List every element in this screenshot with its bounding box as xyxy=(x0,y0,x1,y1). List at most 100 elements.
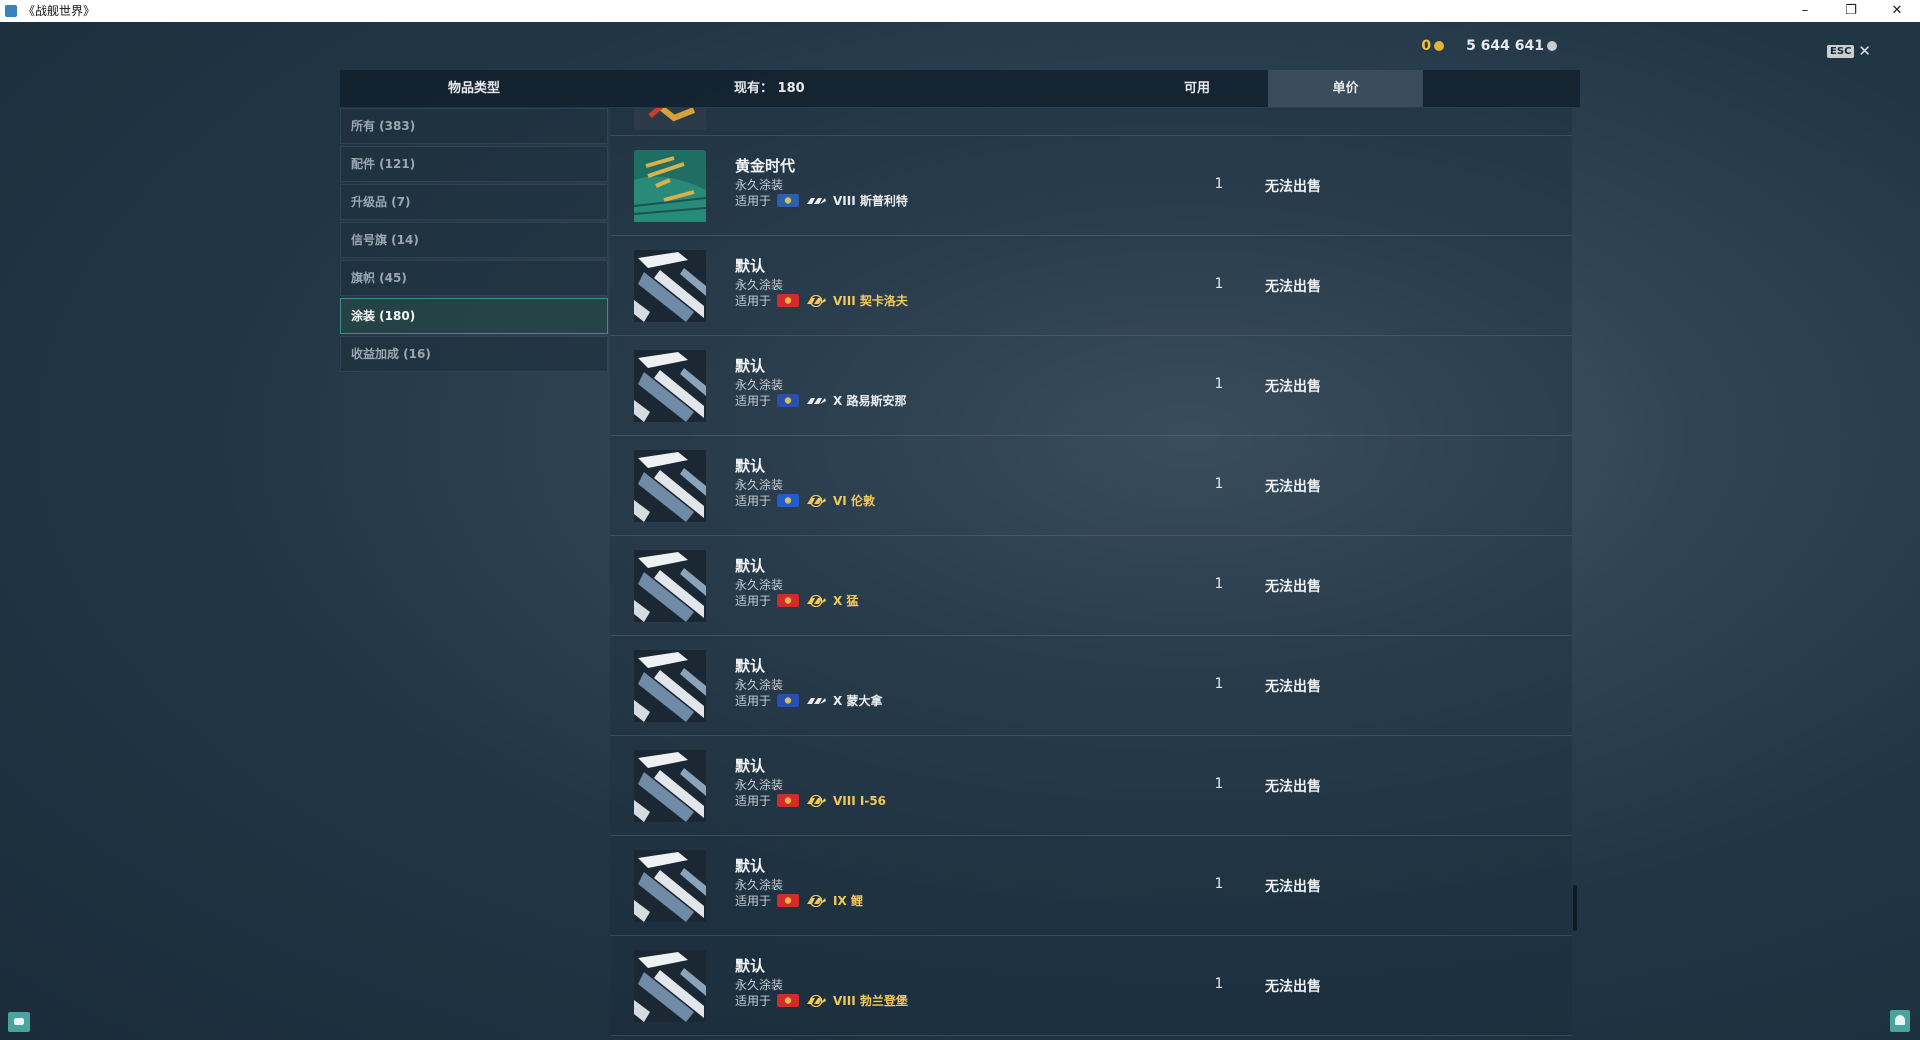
close-window-button[interactable]: ✕ xyxy=(1874,0,1920,22)
applies-label: 适用于 xyxy=(735,794,772,808)
column-header-available[interactable]: 可用 xyxy=(1172,70,1222,107)
ship-name: VIII I-56 xyxy=(833,793,887,808)
camouflage-list-item[interactable]: 默认 永久涂装 适用于 VIII I-56 1 无法出售 xyxy=(610,736,1572,836)
camouflage-type: 永久涂装 xyxy=(735,678,784,692)
default-camo-icon xyxy=(634,850,706,922)
default-camo-icon xyxy=(634,550,706,622)
close-icon: ✕ xyxy=(1858,42,1871,60)
owned-count: 现有： 180 xyxy=(734,81,805,96)
camouflage-list-item[interactable]: 默认永久涂装 适用于 X 蒙大拿 1 无法出售 xyxy=(610,636,1572,736)
sidebar-item-3[interactable]: 信号旗 (14) xyxy=(340,222,608,258)
item-list: 黄金时代 永久涂装 适用于 VIII 斯普利特 1 无法出售 默认 永久涂装 适用于 VIII 契… xyxy=(610,108,1572,1040)
applies-to: 适用于 VI 伦敦 xyxy=(735,492,875,509)
camouflage-type: 永久涂装 xyxy=(735,278,784,292)
applies-label: 适用于 xyxy=(735,194,772,208)
ship-name: VI 伦敦 xyxy=(833,494,875,508)
credits-coin-icon xyxy=(1547,41,1557,51)
list-item-partial xyxy=(610,108,1572,136)
column-header-unit-price[interactable]: 单价 xyxy=(1268,70,1423,107)
sidebar-item-5[interactable]: 涂装 (180) xyxy=(340,298,608,334)
camouflage-type: 永久涂装 xyxy=(735,778,784,792)
unit-price: 无法出售 xyxy=(1265,679,1321,695)
camouflage-list-item[interactable]: 黄金时代 永久涂装 适用于 VIII 斯普利特 1 无法出售 xyxy=(610,136,1572,236)
default-camo-icon xyxy=(634,450,706,522)
camouflage-list-item[interactable]: 默认 永久涂装 适用于 X 猛 1 无法出售 xyxy=(610,536,1572,636)
applies-label: 适用于 xyxy=(735,394,772,408)
gold-balance: 0 xyxy=(1421,38,1445,54)
battleship-icon xyxy=(807,397,827,404)
available-count: 1 xyxy=(1214,976,1224,992)
applies-label: 适用于 xyxy=(735,294,772,308)
camouflage-type: 永久涂装 xyxy=(735,878,784,892)
applies-to: 适用于 VIII 勃兰登堡 xyxy=(735,992,908,1009)
ship-name: X 猛 xyxy=(833,594,859,608)
chat-button[interactable] xyxy=(8,1012,30,1032)
camouflage-name: 默认 xyxy=(735,457,766,475)
sidebar-item-2[interactable]: 升级品 (7) xyxy=(340,184,608,220)
flag-red-icon xyxy=(777,794,800,807)
camouflage-list-item[interactable]: 默认 永久涂装 适用于 VI 伦敦 1 无法出售 xyxy=(610,436,1572,536)
unit-price: 无法出售 xyxy=(1265,279,1321,295)
battleship-icon xyxy=(807,697,827,704)
available-count: 1 xyxy=(1214,676,1224,692)
applies-label: 适用于 xyxy=(735,494,772,508)
unit-price: 无法出售 xyxy=(1265,979,1321,995)
ship-name: VIII 勃兰登堡 xyxy=(833,994,908,1008)
applies-to: 适用于 X 猛 xyxy=(735,592,858,609)
unit-price: 无法出售 xyxy=(1265,479,1321,495)
camouflage-type: 永久涂装 xyxy=(735,178,784,192)
camouflage-name: 默认 xyxy=(735,357,766,375)
golden-age-camo-icon xyxy=(634,150,706,222)
flag-red-icon xyxy=(777,994,800,1007)
applies-to: 适用于 VIII 斯普利特 xyxy=(735,192,908,209)
available-count: 1 xyxy=(1214,176,1224,192)
window-controls: – ❐ ✕ xyxy=(1782,0,1920,22)
sidebar-item-6[interactable]: 收益加成 (16) xyxy=(340,336,608,372)
minimize-button[interactable]: – xyxy=(1782,0,1828,22)
sidebar-item-0[interactable]: 所有 (383) xyxy=(340,108,608,144)
available-count: 1 xyxy=(1214,376,1224,392)
ship-name: IX 鲤 xyxy=(833,894,863,908)
sidebar-item-1[interactable]: 配件 (121) xyxy=(340,146,608,182)
ship-name: VIII 斯普利特 xyxy=(833,194,908,208)
camouflage-list-item[interactable]: 默认 永久涂装 适用于 X 路易斯安那 1 无法出售 xyxy=(610,336,1572,436)
premium-battleship-icon xyxy=(807,994,827,1007)
app-logo-icon xyxy=(5,5,17,17)
camouflage-type: 永久涂装 xyxy=(735,578,784,592)
ship-name: X 路易斯安那 xyxy=(833,394,907,408)
flag-red-icon xyxy=(777,894,800,907)
flag-soviet-icon xyxy=(777,294,800,307)
applies-to: 适用于 VIII I-56 xyxy=(735,792,886,809)
available-count: 1 xyxy=(1214,576,1224,592)
camouflage-name: 黄金时代 xyxy=(735,157,796,175)
sidebar-item-4[interactable]: 旗帜 (45) xyxy=(340,260,608,296)
restore-button[interactable]: ❐ xyxy=(1828,0,1874,22)
camouflage-name: 默认 xyxy=(735,757,766,775)
camouflage-thumbnail-icon xyxy=(634,108,706,130)
default-camo-icon xyxy=(634,950,706,1022)
camouflage-list-item[interactable]: 默认 永久涂装 适用于 IX 鲤 1 无法出售 xyxy=(610,836,1572,936)
flag-france-icon xyxy=(777,394,800,407)
window-titlebar: 《战舰世界》 – ❐ ✕ xyxy=(0,0,1920,22)
flag-red-icon xyxy=(777,594,800,607)
camouflage-list-item[interactable]: 默认 永久涂装 适用于 VIII 勃兰登堡 1 无法出售 xyxy=(610,936,1572,1036)
flag-commonwealth-icon xyxy=(777,494,800,507)
notifications-button[interactable] xyxy=(1890,1010,1910,1032)
destroyer-icon xyxy=(807,197,827,204)
camouflage-list-item[interactable]: 默认 永久涂装 适用于 VIII 契卡洛夫 1 无法出售 xyxy=(610,236,1572,336)
applies-label: 适用于 xyxy=(735,694,772,708)
available-count: 1 xyxy=(1214,776,1224,792)
applies-to: 适用于 X 蒙大拿 xyxy=(735,692,882,709)
premium-battleship-icon xyxy=(807,894,827,907)
unit-price: 无法出售 xyxy=(1265,879,1321,895)
applies-label: 适用于 xyxy=(735,894,772,908)
currency-bar: 0 5 644 641 xyxy=(1421,38,1557,54)
premium-battleship-icon xyxy=(807,494,827,507)
camouflage-name: 默认 xyxy=(735,657,766,675)
flag-france-icon xyxy=(777,694,800,707)
camouflage-name: 默认 xyxy=(735,557,766,575)
default-camo-icon xyxy=(634,650,706,722)
list-scrollbar[interactable] xyxy=(1573,885,1577,931)
camouflage-name: 默认 xyxy=(735,857,766,875)
esc-close-button[interactable]: ESC ✕ xyxy=(1827,42,1871,60)
